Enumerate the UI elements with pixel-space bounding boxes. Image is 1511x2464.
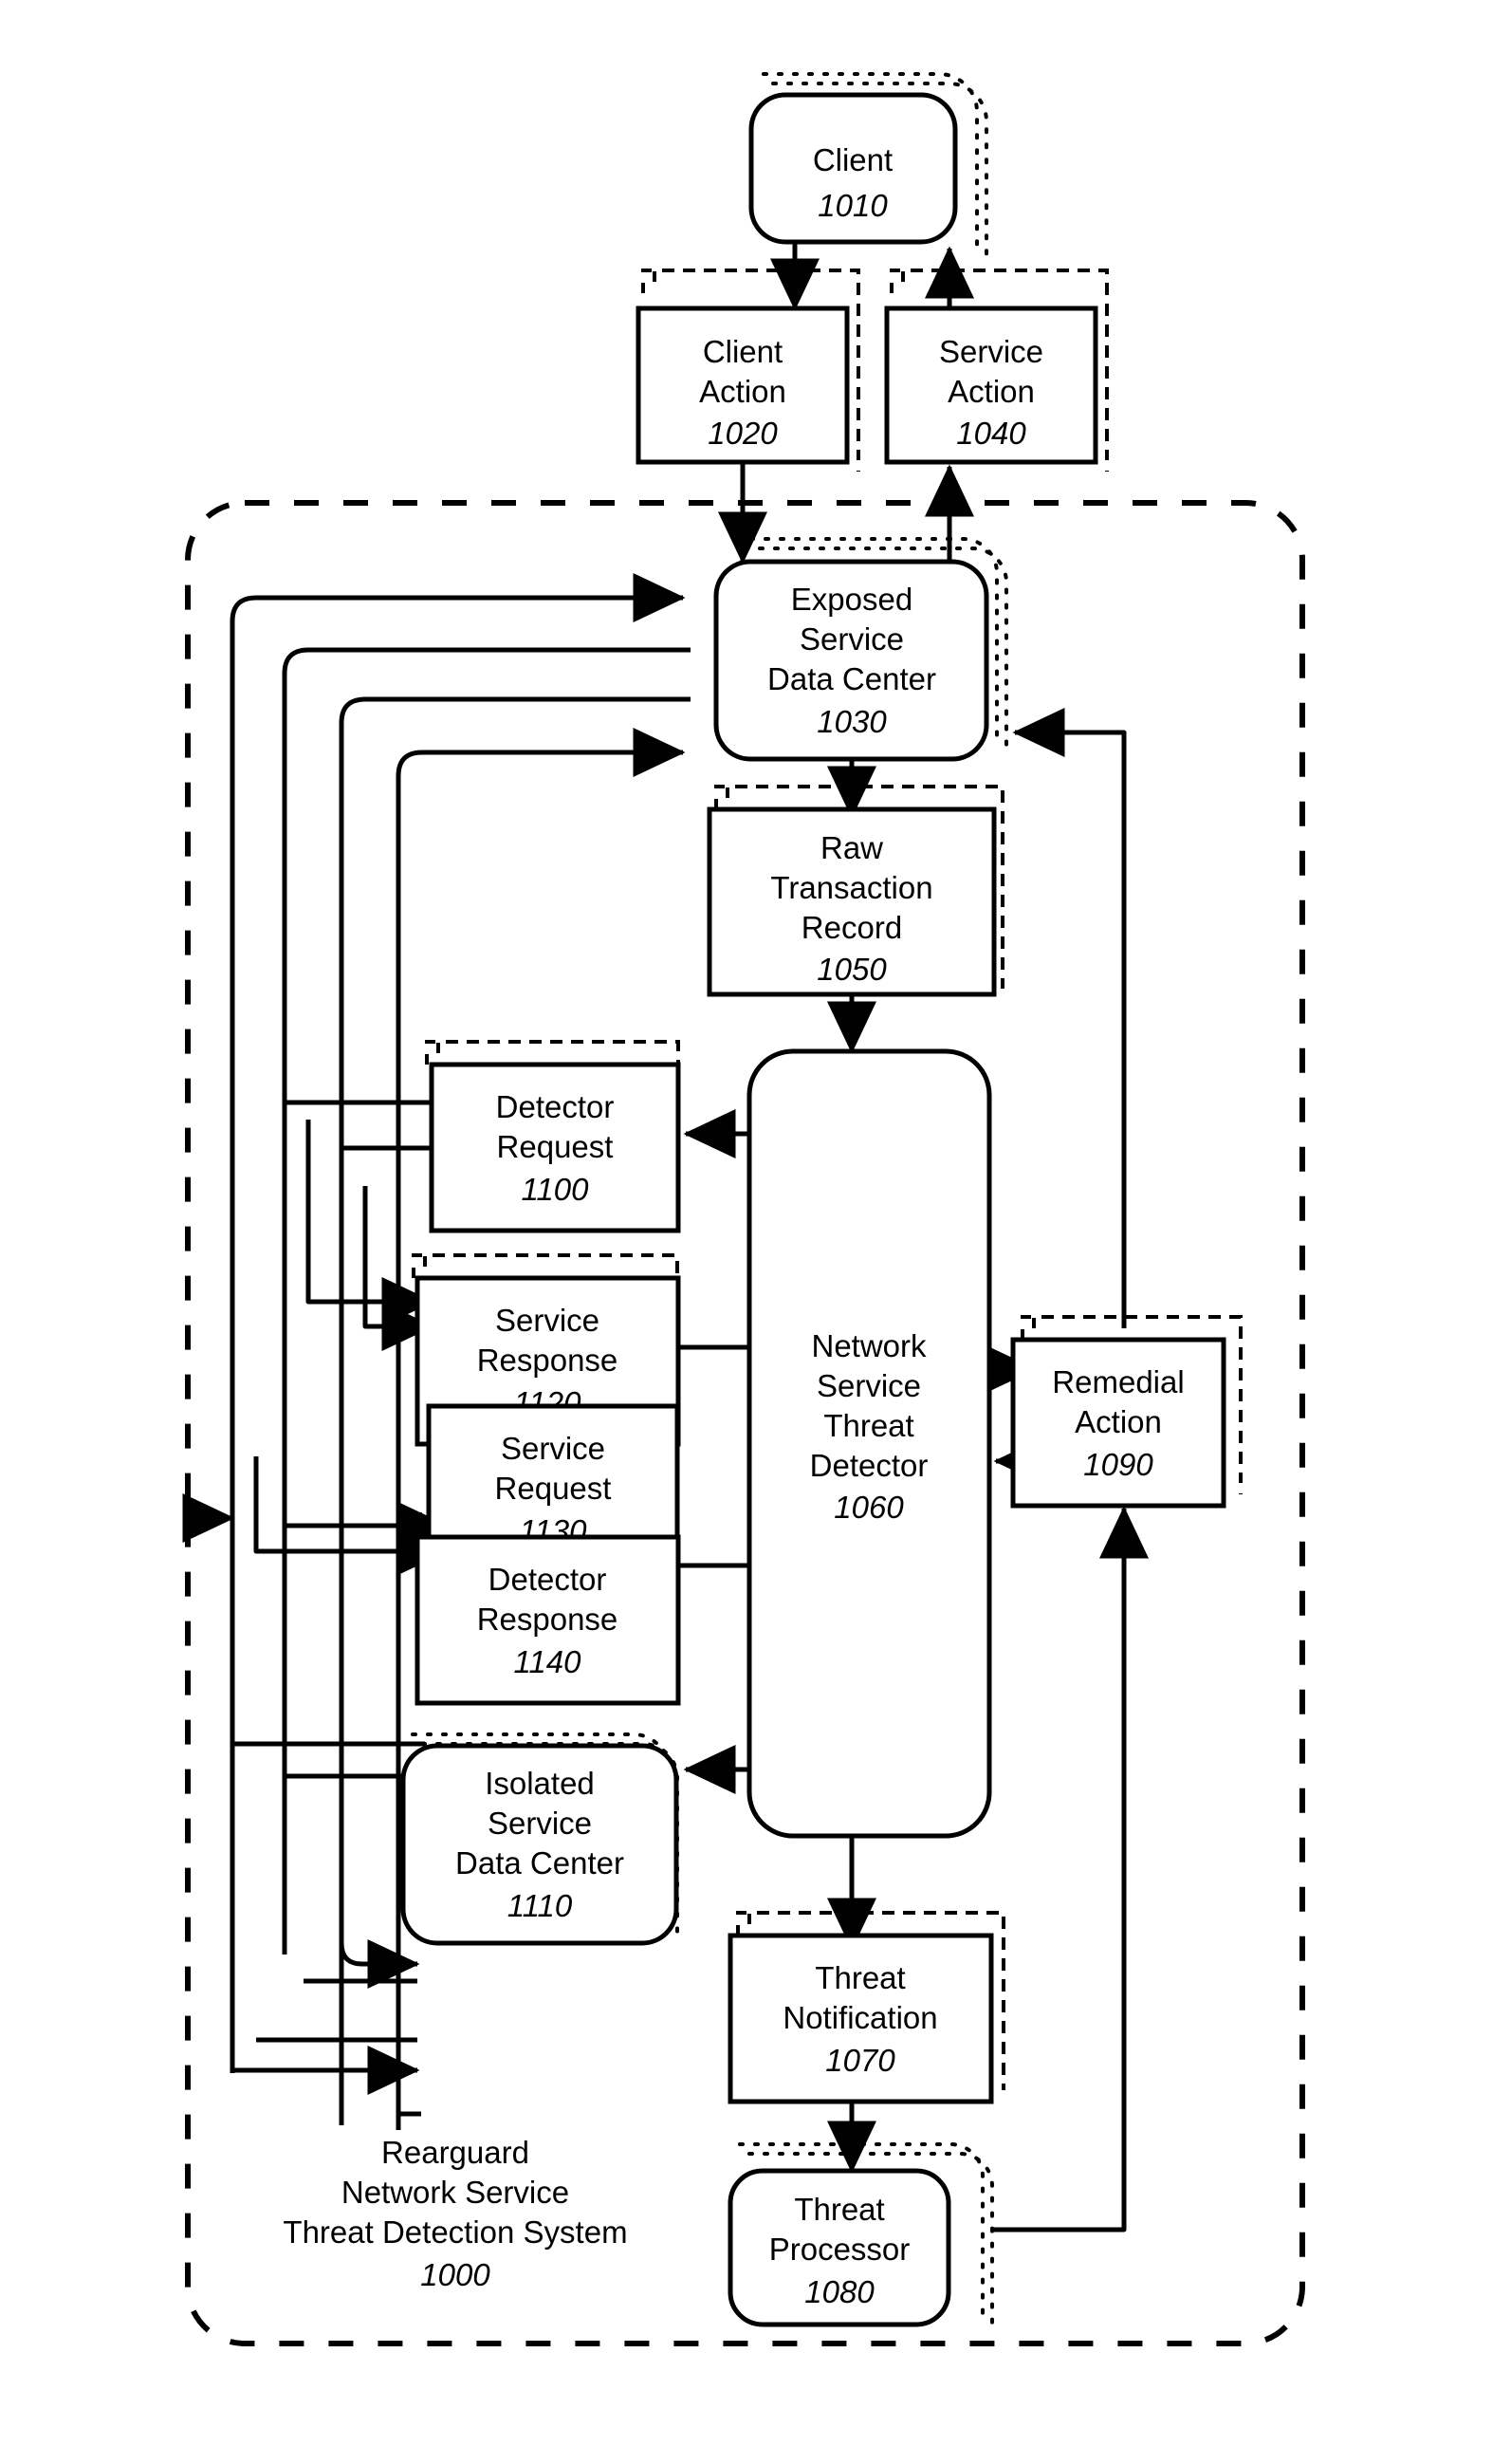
- node-service-action-line-0: Service: [939, 334, 1043, 369]
- node-threat-notification-number: 1070: [825, 2043, 895, 2078]
- node-threat-processor-line-1: Processor: [769, 2232, 911, 2267]
- node-raw-record-line-1: Transaction: [770, 870, 932, 905]
- system-caption-line-2: Threat Detection System: [283, 2214, 627, 2250]
- node-isolated-service-data-center[interactable]: Isolated Service Data Center 1110: [400, 1743, 679, 1946]
- system-caption: Rearguard Network Service Threat Detecti…: [283, 2135, 627, 2292]
- node-detector-request-line-0: Detector: [496, 1089, 615, 1124]
- node-isolated-dc-line-1: Service: [488, 1806, 592, 1841]
- node-detector-line-1: Service: [817, 1368, 921, 1403]
- node-detector-response-line-0: Detector: [488, 1562, 607, 1597]
- node-threat-notification-line-1: Notification: [783, 2000, 937, 2035]
- node-client[interactable]: Client 1010: [748, 92, 958, 245]
- node-detector-request-line-1: Request: [497, 1129, 614, 1164]
- node-exposed-dc-line-2: Data Center: [767, 661, 936, 696]
- system-caption-number: 1000: [420, 2257, 490, 2292]
- node-exposed-dc-line-0: Exposed: [791, 582, 912, 617]
- node-raw-record-number: 1050: [817, 952, 887, 987]
- node-service-response-line-0: Service: [495, 1303, 599, 1338]
- node-remedial-action-line-0: Remedial: [1052, 1364, 1184, 1399]
- node-isolated-dc-line-2: Data Center: [455, 1845, 624, 1880]
- node-detector-number: 1060: [834, 1490, 904, 1525]
- node-detector-request-number: 1100: [522, 1172, 590, 1207]
- node-threat-processor-number: 1080: [804, 2274, 875, 2309]
- node-client-number: 1010: [818, 188, 888, 223]
- node-service-action-line-1: Action: [948, 374, 1035, 409]
- node-threat-processor-line-0: Threat: [794, 2192, 884, 2227]
- node-service-action-number: 1040: [956, 416, 1026, 451]
- node-exposed-dc-line-1: Service: [800, 621, 904, 657]
- node-exposed-service-data-center[interactable]: Exposed Service Data Center 1030: [713, 559, 989, 762]
- node-remedial-action-number: 1090: [1083, 1447, 1153, 1482]
- node-detector-response-line-1: Response: [477, 1602, 618, 1637]
- node-network-service-threat-detector[interactable]: Network Service Threat Detector 1060: [746, 1048, 992, 1839]
- diagram-canvas: Client 1010 Client Action 1020 Service A…: [185, 72, 1305, 2346]
- node-service-request-line-0: Service: [501, 1431, 605, 1466]
- node-client-action[interactable]: Client Action 1020: [636, 306, 850, 465]
- node-exposed-dc-number: 1030: [817, 704, 887, 739]
- node-detector-line-0: Network: [811, 1328, 927, 1363]
- node-isolated-dc-line-0: Isolated: [485, 1766, 595, 1801]
- node-client-line-0: Client: [813, 142, 893, 177]
- node-raw-transaction-record[interactable]: Raw Transaction Record 1050: [707, 806, 997, 997]
- node-service-request-line-1: Request: [495, 1471, 612, 1506]
- node-threat-processor[interactable]: Threat Processor 1080: [728, 2168, 951, 2327]
- node-detector-line-3: Detector: [810, 1448, 929, 1483]
- node-service-response-line-1: Response: [477, 1343, 618, 1378]
- system-caption-line-0: Rearguard: [381, 2135, 529, 2170]
- node-detector-request[interactable]: Detector Request 1100: [429, 1062, 681, 1233]
- node-client-action-line-1: Action: [699, 374, 786, 409]
- node-threat-notification[interactable]: Threat Notification 1070: [728, 1933, 994, 2104]
- node-client-action-number: 1020: [708, 416, 778, 451]
- node-service-action[interactable]: Service Action 1040: [884, 306, 1098, 465]
- patent-figure: Client 1010 Client Action 1020 Service A…: [0, 0, 1511, 2464]
- node-remedial-action[interactable]: Remedial Action 1090: [1010, 1337, 1226, 1509]
- node-detector-response[interactable]: Detector Response 1140: [415, 1534, 681, 1706]
- node-raw-record-line-2: Record: [802, 910, 902, 945]
- node-isolated-dc-number: 1110: [507, 1888, 573, 1923]
- node-client-action-line-0: Client: [703, 334, 783, 369]
- node-threat-notification-line-0: Threat: [815, 1960, 905, 1995]
- system-caption-line-1: Network Service: [341, 2175, 569, 2210]
- node-raw-record-line-0: Raw: [820, 830, 883, 865]
- node-detector-line-2: Threat: [823, 1408, 913, 1443]
- node-detector-response-number: 1140: [514, 1644, 582, 1679]
- node-remedial-action-line-1: Action: [1075, 1404, 1162, 1439]
